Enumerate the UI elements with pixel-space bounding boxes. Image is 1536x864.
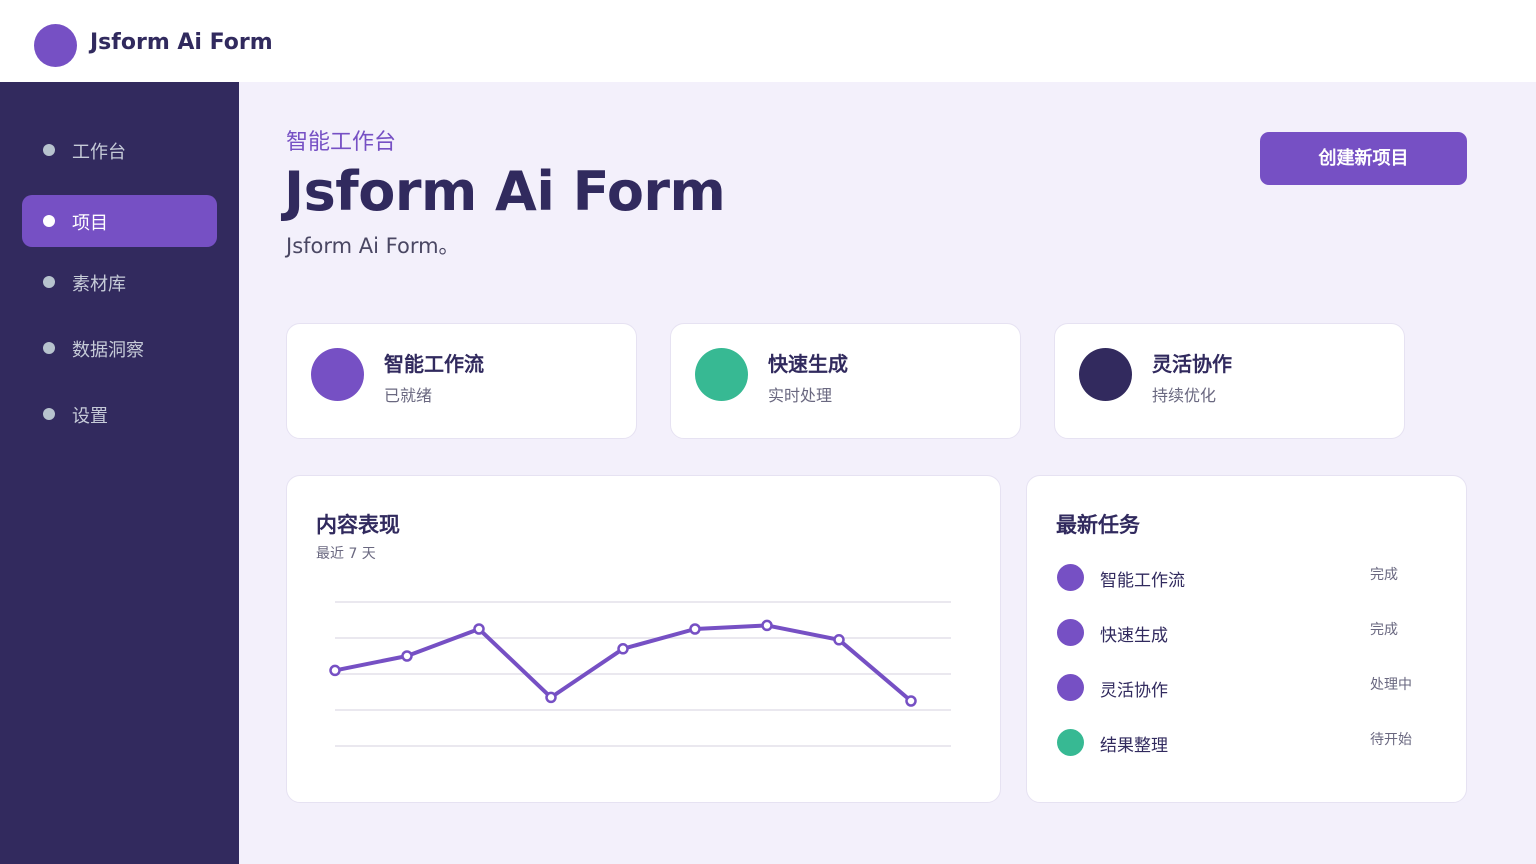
- sidebar-item-assets[interactable]: 素材库: [22, 256, 217, 308]
- series-line: [334, 623, 913, 703]
- sidebar-item-label: 工作台: [72, 142, 126, 163]
- task-row[interactable]: 快速生成 完成: [1056, 617, 1441, 647]
- data-point[interactable]: [761, 619, 773, 632]
- feature-card-workflow[interactable]: 智能工作流 已就绪: [286, 323, 637, 439]
- performance-card: 内容表现 最近 7 天: [286, 475, 1001, 803]
- task-status: 完成: [1370, 567, 1398, 583]
- top-bar: Jsform Ai Form: [0, 0, 1536, 82]
- dot-icon: [43, 276, 55, 288]
- latest-tasks-card: 最新任务 智能工作流 完成 快速生成 完成 灵活协作 处理中 结果整理 待开始: [1026, 475, 1467, 803]
- task-status-dot-icon: [1057, 564, 1084, 591]
- brand-name: Jsform Ai Form: [90, 30, 273, 55]
- feature-status: 已就绪: [384, 386, 433, 405]
- task-status: 处理中: [1370, 677, 1412, 693]
- task-row[interactable]: 灵活协作 处理中: [1056, 672, 1441, 702]
- page-subtitle: Jsform Ai Form。: [286, 234, 460, 258]
- sidebar-item-projects[interactable]: 项目: [22, 195, 217, 247]
- performance-line-chart: [329, 601, 951, 747]
- task-name: 结果整理: [1100, 736, 1168, 756]
- task-row[interactable]: 结果整理 待开始: [1056, 727, 1441, 757]
- feature-title: 快速生成: [768, 352, 848, 376]
- task-name: 灵活协作: [1100, 681, 1168, 701]
- task-status: 待开始: [1370, 732, 1412, 748]
- data-point[interactable]: [905, 695, 917, 707]
- sidebar: 工作台 项目 素材库 数据洞察 设置: [0, 82, 239, 864]
- sidebar-item-insights[interactable]: 数据洞察: [22, 322, 217, 374]
- data-point[interactable]: [473, 623, 485, 635]
- workflow-icon: [311, 348, 364, 401]
- data-point[interactable]: [329, 664, 341, 677]
- collab-icon: [1079, 348, 1132, 401]
- feature-status: 实时处理: [768, 386, 833, 405]
- dot-icon: [43, 342, 55, 354]
- task-status: 完成: [1370, 622, 1398, 638]
- sidebar-item-settings[interactable]: 设置: [22, 388, 217, 440]
- data-point[interactable]: [833, 634, 845, 646]
- tasks-title: 最新任务: [1056, 513, 1140, 537]
- feature-title: 灵活协作: [1152, 352, 1232, 376]
- sidebar-item-workbench[interactable]: 工作台: [22, 124, 217, 176]
- sidebar-item-label: 项目: [72, 213, 108, 234]
- feature-card-collab[interactable]: 灵活协作 持续优化: [1054, 323, 1405, 439]
- feature-card-generate[interactable]: 快速生成 实时处理: [670, 323, 1021, 439]
- generate-icon: [695, 348, 748, 401]
- data-point[interactable]: [617, 643, 629, 655]
- data-point[interactable]: [545, 691, 557, 704]
- task-name: 智能工作流: [1100, 571, 1185, 591]
- task-name: 快速生成: [1100, 626, 1168, 646]
- create-project-button[interactable]: 创建新项目: [1260, 132, 1467, 185]
- data-point[interactable]: [689, 623, 701, 635]
- dot-icon: [43, 408, 55, 420]
- brand-logo-icon: [34, 24, 77, 67]
- sidebar-item-label: 素材库: [72, 274, 126, 295]
- feature-title: 智能工作流: [384, 352, 484, 376]
- sidebar-item-label: 设置: [72, 406, 108, 427]
- task-status-dot-icon: [1057, 674, 1084, 701]
- dot-icon: [43, 215, 55, 227]
- task-row[interactable]: 智能工作流 完成: [1056, 562, 1441, 592]
- task-status-dot-icon: [1057, 619, 1084, 646]
- feature-status: 持续优化: [1152, 386, 1217, 405]
- task-status-dot-icon: [1057, 729, 1084, 756]
- data-point[interactable]: [401, 650, 413, 662]
- page-title: Jsform Ai Form: [284, 160, 726, 223]
- page-eyebrow: 智能工作台: [286, 130, 397, 155]
- sidebar-item-label: 数据洞察: [72, 340, 144, 361]
- dot-icon: [43, 144, 55, 156]
